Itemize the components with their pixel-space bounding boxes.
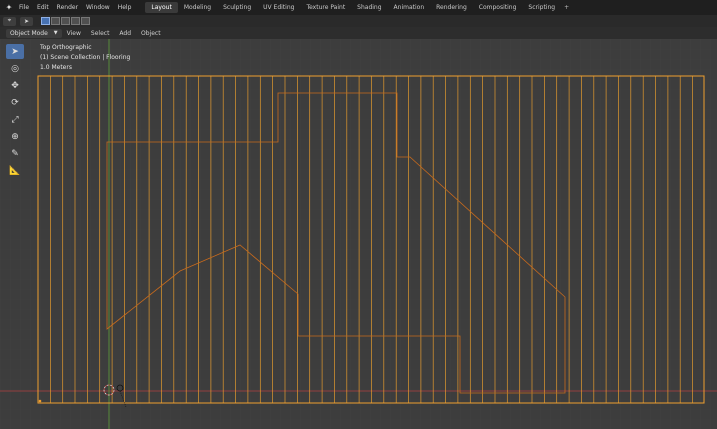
- workspace-tabs: Layout Modeling Sculpting UV Editing Tex…: [145, 0, 572, 15]
- menu-add[interactable]: Add: [114, 30, 136, 37]
- viewport-canvas[interactable]: [0, 39, 717, 429]
- select-box-icon[interactable]: ➤: [6, 44, 24, 59]
- tab-shading[interactable]: Shading: [351, 2, 387, 13]
- menu-window[interactable]: Window: [82, 0, 114, 15]
- menu-object[interactable]: Object: [136, 30, 166, 37]
- rotate-icon[interactable]: ⟳: [6, 95, 24, 110]
- transform-icon[interactable]: ⊕: [6, 129, 24, 144]
- object-origin-icon: [38, 399, 42, 403]
- annotate-icon[interactable]: ✎: [6, 146, 24, 161]
- mode-label: Object Mode: [10, 29, 48, 37]
- editor-type-icon[interactable]: ⌖: [3, 16, 16, 26]
- view-name: Top Orthographic: [40, 44, 92, 51]
- grid-scale: 1.0 Meters: [40, 64, 72, 71]
- chevron-down-icon: ▼: [53, 29, 58, 36]
- tab-animation[interactable]: Animation: [388, 2, 431, 13]
- viewport-header: Object Mode ▼ View Select Add Object: [0, 27, 717, 39]
- move-icon[interactable]: ✥: [6, 78, 24, 93]
- select-new-icon[interactable]: [41, 17, 50, 25]
- measure-icon[interactable]: 📐: [6, 163, 24, 178]
- tab-texture-paint[interactable]: Texture Paint: [300, 2, 351, 13]
- top-bar: ✦ File Edit Render Window Help Layout Mo…: [0, 0, 717, 15]
- blender-logo-icon[interactable]: ✦: [3, 0, 15, 15]
- menu-render[interactable]: Render: [53, 0, 82, 15]
- tab-uv-editing[interactable]: UV Editing: [257, 2, 300, 13]
- tab-sculpting[interactable]: Sculpting: [217, 2, 257, 13]
- tab-rendering[interactable]: Rendering: [430, 2, 473, 13]
- menu-file[interactable]: File: [15, 0, 33, 15]
- select-invert-icon[interactable]: [71, 17, 80, 25]
- scale-icon[interactable]: ⤢: [6, 112, 24, 127]
- tab-layout[interactable]: Layout: [145, 2, 178, 13]
- menu-help[interactable]: Help: [114, 0, 136, 15]
- mode-dropdown[interactable]: Object Mode ▼: [6, 28, 62, 38]
- selection-mode-group: [41, 17, 91, 25]
- select-subtract-icon[interactable]: [61, 17, 70, 25]
- tab-compositing[interactable]: Compositing: [473, 2, 523, 13]
- viewport-info-overlay: Top Orthographic (1) Scene Collection | …: [40, 43, 130, 73]
- menu-select[interactable]: Select: [86, 30, 115, 37]
- menu-view[interactable]: View: [62, 30, 86, 37]
- select-extend-icon[interactable]: [51, 17, 60, 25]
- tab-modeling[interactable]: Modeling: [178, 2, 217, 13]
- select-intersect-icon[interactable]: [81, 17, 90, 25]
- select-tool-icon[interactable]: ➤: [20, 16, 33, 26]
- cursor-icon[interactable]: ◎: [6, 61, 24, 76]
- tab-scripting[interactable]: Scripting: [522, 2, 561, 13]
- tool-shelf: ➤ ◎ ✥ ⟳ ⤢ ⊕ ✎ 📐: [6, 44, 26, 180]
- add-workspace-button[interactable]: +: [561, 4, 572, 11]
- collection-info: (1) Scene Collection | Flooring: [40, 54, 131, 61]
- menu-edit[interactable]: Edit: [33, 0, 53, 15]
- viewport-grid: [0, 39, 717, 429]
- 3d-viewport[interactable]: [0, 39, 717, 429]
- tool-settings-bar: ⌖ ➤: [0, 15, 717, 27]
